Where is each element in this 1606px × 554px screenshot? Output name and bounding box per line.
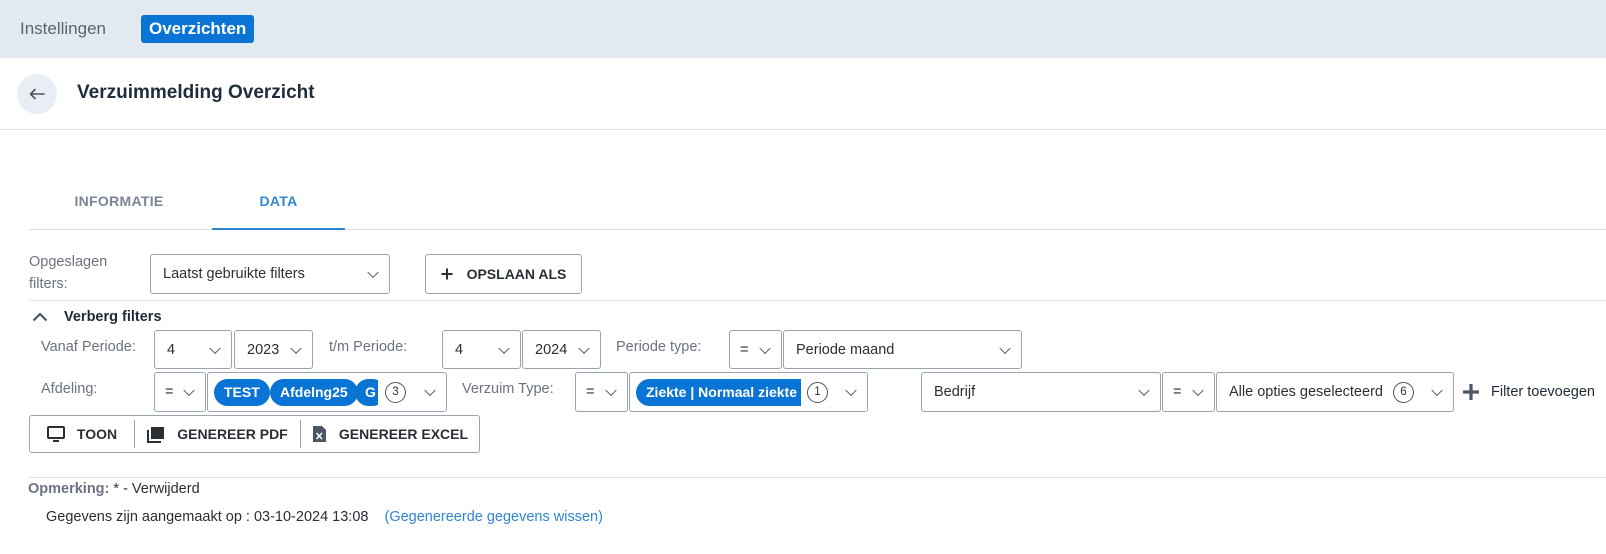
remark: Opmerking: * - Verwijderd [28, 481, 200, 497]
pdf-stack-icon [147, 426, 165, 443]
page-title: Verzuimmelding Overzicht [77, 82, 315, 103]
chevron-down-icon [290, 342, 302, 354]
afdeling-multiselect[interactable]: TEST Afdelng25 G 3 [207, 372, 447, 412]
add-filter-button[interactable]: Filter toevoegen [1462, 381, 1595, 403]
tab-informatie[interactable]: INFORMATIE [29, 176, 209, 230]
afdeling-operator[interactable]: = [154, 372, 206, 412]
chevron-down-icon [498, 342, 510, 354]
afdeling-chip[interactable]: G [355, 379, 378, 406]
excel-file-icon [312, 426, 326, 442]
bedrijf-value-text: Alle opties geselecteerd [1229, 384, 1383, 400]
afdeling-count-badge: 3 [385, 381, 406, 403]
chevron-down-icon [999, 342, 1011, 354]
hide-filters-toggle[interactable]: Verberg filters [32, 306, 162, 328]
chevron-down-icon [1431, 384, 1443, 397]
chevron-down-icon [367, 266, 379, 279]
saved-filters-select[interactable]: Laatst gebruikte filters [150, 254, 390, 294]
remark-text: * - Verwijderd [113, 481, 200, 497]
toon-label: TOON [76, 426, 118, 442]
arrow-left-icon [29, 88, 45, 100]
tab-data[interactable]: DATA [212, 176, 345, 230]
bedrijf-operator[interactable]: = [1162, 372, 1215, 412]
tm-jaar-select[interactable]: 2024 [522, 330, 601, 369]
save-as-label: OPSLAAN ALS [466, 266, 567, 282]
chevron-down-icon [424, 384, 436, 397]
created-text: Gegevens zijn aangemaakt op : 03-10-2024… [46, 509, 369, 525]
verzuim-type-chip[interactable]: Ziekte | Normaal ziekte g [636, 379, 801, 406]
verzuim-type-label: Verzuim Type: [462, 381, 554, 397]
afdeling-chip[interactable]: TEST [214, 379, 270, 406]
operator-value: = [586, 384, 595, 400]
generated-info: Gegevens zijn aangemaakt op : 03-10-2024… [46, 509, 603, 525]
periode-type-operator[interactable]: = [729, 330, 782, 369]
toon-button[interactable]: TOON [30, 416, 134, 452]
chevron-up-icon [32, 312, 48, 322]
plus-icon [441, 268, 453, 280]
chevron-down-icon [209, 342, 221, 354]
tab-instellingen[interactable]: Instellingen [12, 15, 114, 43]
chevron-down-icon [1138, 384, 1150, 397]
monitor-icon [46, 426, 65, 442]
vanaf-jaar-select[interactable]: 2023 [234, 330, 313, 369]
tm-periode-value: 4 [455, 341, 464, 358]
periode-type-label: Periode type: [616, 339, 702, 355]
verzuim-count-badge: 1 [807, 381, 828, 403]
tab-overzichten[interactable]: Overzichten [141, 15, 255, 43]
top-navigation: Instellingen Overzichten [0, 0, 1606, 58]
operator-value: = [165, 384, 174, 400]
vanaf-periode-select[interactable]: 4 [154, 330, 232, 369]
chevron-down-icon [845, 384, 857, 397]
remark-label: Opmerking: [28, 481, 110, 497]
generate-excel-label: GENEREER EXCEL [338, 426, 469, 442]
tm-jaar-value: 2024 [535, 341, 568, 358]
chevron-down-icon [605, 384, 617, 397]
vanaf-jaar-value: 2023 [247, 341, 280, 358]
divider [29, 300, 1606, 301]
generate-pdf-label: GENEREER PDF [177, 426, 288, 442]
chevron-down-icon [578, 342, 590, 354]
back-button[interactable] [17, 74, 57, 114]
divider [29, 477, 1606, 478]
content-tabs: INFORMATIE DATA [29, 176, 1606, 230]
afdeling-chip[interactable]: Afdelng25 [270, 379, 358, 406]
vanaf-periode-value: 4 [167, 341, 176, 358]
clear-data-link[interactable]: (Gegenereerde gegevens wissen) [384, 509, 602, 525]
operator-value: = [740, 341, 749, 358]
chevron-down-icon [759, 342, 771, 354]
afdeling-label: Afdeling: [41, 381, 98, 397]
plus-icon [1463, 384, 1479, 400]
chevron-down-icon [1192, 384, 1204, 397]
generate-pdf-button[interactable]: GENEREER PDF [135, 416, 300, 452]
chevron-down-icon [183, 384, 195, 397]
bedrijf-field-select[interactable]: Bedrijf [921, 372, 1161, 412]
bedrijf-value-select[interactable]: Alle opties geselecteerd 6 [1216, 372, 1454, 412]
hide-filters-label: Verberg filters [64, 309, 162, 325]
saved-filters-value: Laatst gebruikte filters [163, 266, 305, 282]
page-header: Verzuimmelding Overzicht [0, 58, 1606, 130]
vanaf-periode-label: Vanaf Periode: [41, 339, 136, 355]
saved-filters-label: Opgeslagen filters: [29, 254, 108, 292]
generate-excel-button[interactable]: GENEREER EXCEL [301, 416, 479, 452]
periode-type-value: Periode maand [796, 341, 895, 358]
periode-type-select[interactable]: Periode maand [783, 330, 1022, 369]
save-as-button[interactable]: OPSLAAN ALS [425, 254, 582, 294]
bedrijf-field-value: Bedrijf [934, 384, 976, 400]
verzuim-type-multiselect[interactable]: Ziekte | Normaal ziekte g 1 [629, 372, 868, 412]
action-button-group: TOON GENEREER PDF GENEREER EXCEL [29, 415, 480, 453]
add-filter-label: Filter toevoegen [1491, 384, 1595, 400]
bedrijf-count-badge: 6 [1393, 381, 1414, 403]
tm-periode-label: t/m Periode: [329, 339, 408, 355]
operator-value: = [1173, 384, 1182, 400]
tm-periode-select[interactable]: 4 [442, 330, 521, 369]
verzuim-type-operator[interactable]: = [575, 372, 628, 412]
